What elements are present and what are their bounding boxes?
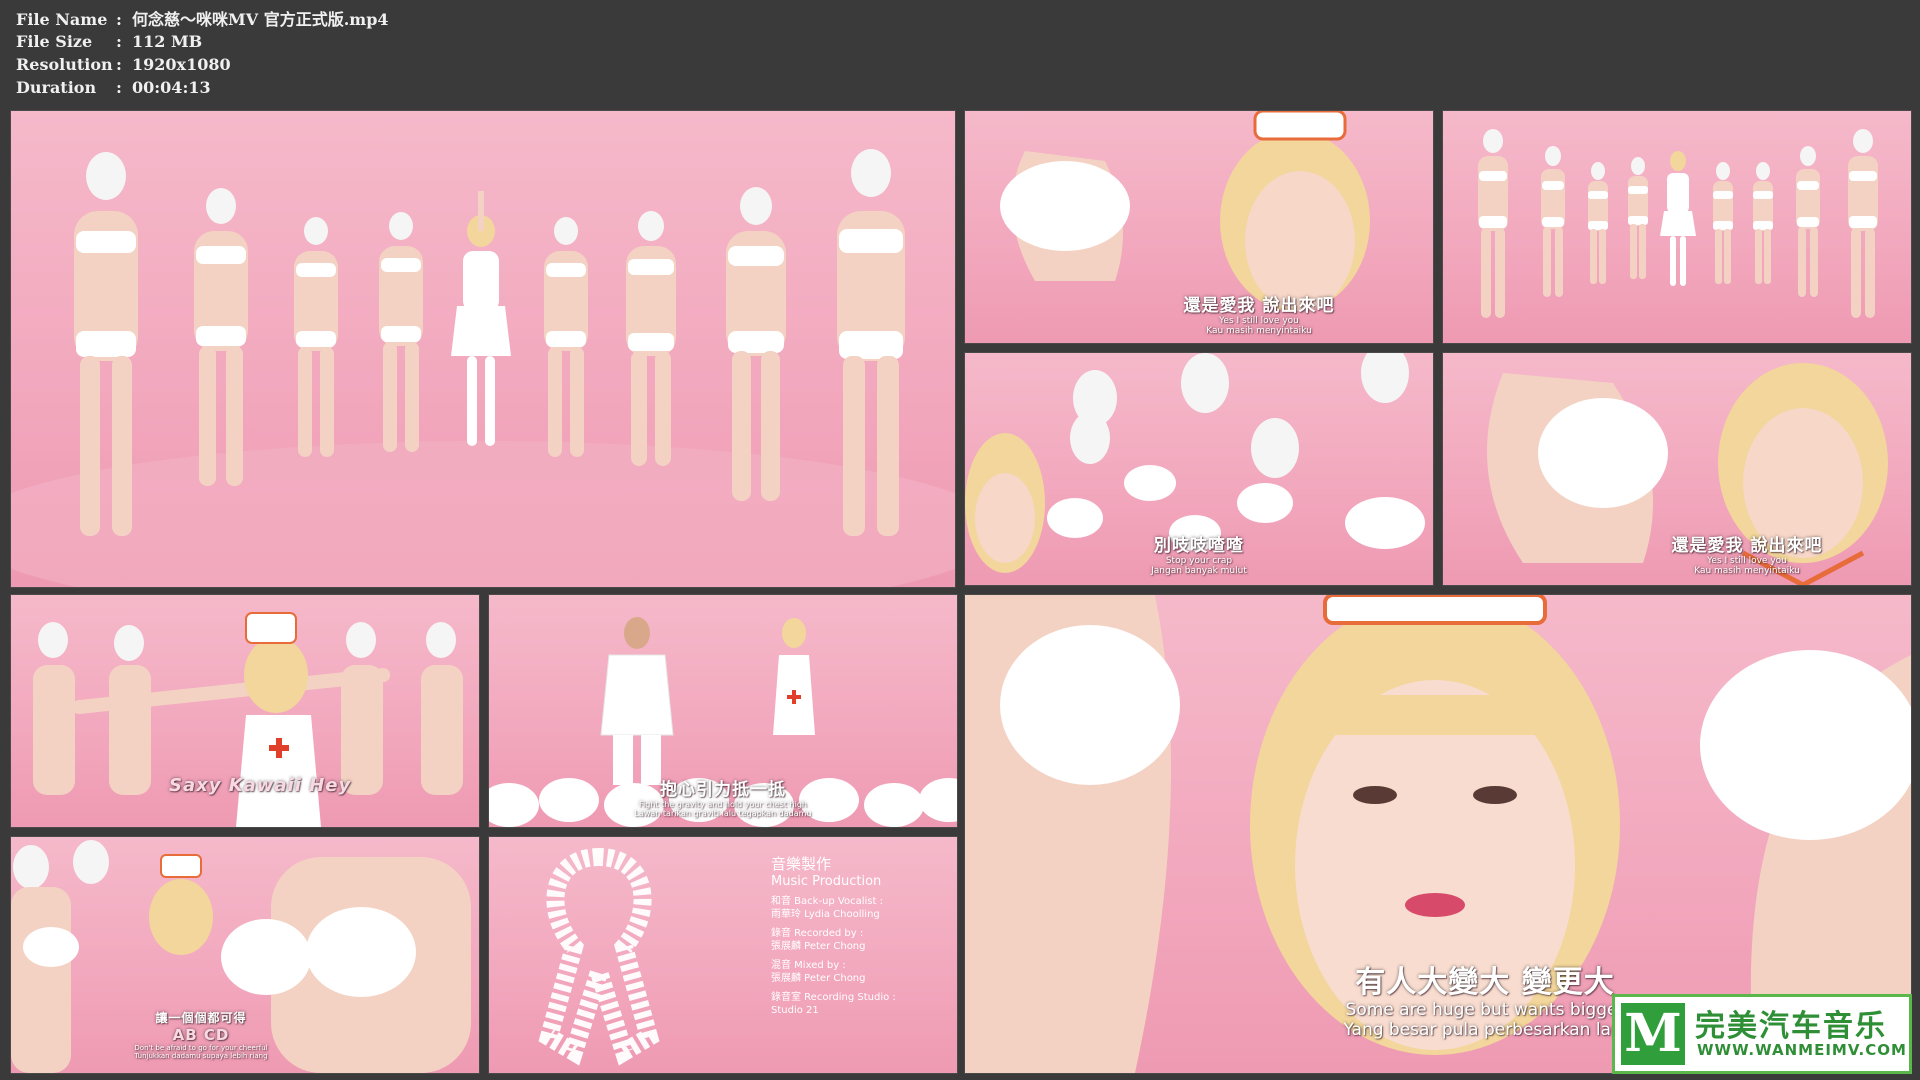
thumbnail-4[interactable]: 別吱吱喳喳 Stop your crap Jangan banyak mulut [964, 352, 1434, 586]
figure [194, 188, 248, 486]
subtitle-ms: Jangan banyak mulut [1151, 566, 1247, 577]
subtitle: 還是愛我 說出來吧 Yes I still love you Kau masih… [1583, 531, 1911, 577]
thumbnail-7[interactable]: 抱心引力抵一抵 Fight the gravity and hold your … [488, 594, 958, 828]
subtitle-ms: Tunjukkan dadamu supaya lebih riang [134, 1052, 268, 1061]
credit-line: 混音 Mixed by : [771, 960, 846, 971]
subtitle: 別吱吱喳喳 Stop your crap Jangan banyak mulut [965, 531, 1433, 577]
subtitle-ms: Kau masih menyintaiku [1694, 566, 1800, 577]
thumbnail-3[interactable] [1442, 110, 1912, 344]
subtitle-en: Yes I still love you [1219, 316, 1299, 326]
credit-line: 和音 Back-up Vocalist : [771, 896, 883, 907]
separator: : [116, 10, 122, 29]
subtitle-ms: Kau masih menyintaiku [1206, 326, 1312, 337]
credits-title-zh: 音樂製作 [771, 855, 832, 873]
file-size-value: 112 MB [132, 32, 203, 51]
thumbnail-9[interactable]: 音樂製作 Music Production 和音 Back-up Vocalis… [488, 836, 958, 1074]
subtitle-zh: 讓一個個都可得 [155, 1011, 247, 1025]
figure [294, 217, 338, 457]
separator: : [116, 32, 122, 51]
thumbnail-grid: 還是愛我 說出來吧 Yes I still love you Kau masih… [0, 106, 1920, 1080]
ribbon-icon [538, 847, 660, 1066]
file-name-row: File Name: 何念慈～咪咪MV 官方正式版.mp4 [16, 9, 389, 31]
credit-line: 錄音 Recorded by : [771, 928, 864, 939]
thumbnail-8[interactable]: 讓一個個都可得 AB CD Don't be afraid to go for … [10, 836, 480, 1074]
subtitle-zh: 別吱吱喳喳 [1154, 536, 1244, 556]
subtitle-text: Saxy Kawaii Hey [169, 775, 352, 796]
figure [626, 211, 676, 466]
separator: : [116, 55, 122, 74]
logo-name: 完美汽车音乐 [1695, 1009, 1887, 1044]
duration-row: Duration:00:04:13 [16, 77, 211, 99]
subtitle-zh: 還是愛我 說出來吧 [1183, 296, 1335, 316]
thumbnail-1[interactable] [10, 110, 956, 588]
logo-url: WWW.WANMEIMV.COM [1697, 1041, 1907, 1059]
credits-block: 音樂製作 Music Production 和音 Back-up Vocalis… [771, 853, 896, 1017]
subtitle: Saxy Kawaii Hey [169, 775, 479, 796]
lineup-figures [11, 149, 955, 587]
credit-line: 錄音室 Recording Studio : [771, 992, 896, 1003]
logo-mark: M [1621, 1003, 1685, 1065]
duration-key: Duration [16, 78, 97, 97]
lineup-small [1478, 129, 1878, 318]
thumbnail-2[interactable]: 還是愛我 說出來吧 Yes I still love you Kau masih… [964, 110, 1434, 344]
subtitle-en: Fight the gravity and hold your chest hi… [639, 800, 807, 809]
credit-line: Studio 21 [771, 1005, 819, 1016]
subtitle: 抱心引力抵一抵 Fight the gravity and hold your … [489, 775, 957, 818]
file-size-key: File Size [16, 32, 93, 51]
nurse-figure [451, 191, 511, 446]
credit-line: 張展麟 Peter Chong [771, 941, 866, 952]
subtitle-en: Stop your crap [1165, 556, 1233, 566]
file-name-value: 何念慈～咪咪MV 官方正式版.mp4 [132, 10, 389, 29]
duration-value: 00:04:13 [132, 78, 211, 97]
watermark-logo: M 完美汽车音乐 WWW.WANMEIMV.COM [1612, 994, 1912, 1074]
credit-line: 張展麟 Peter Chong [771, 973, 866, 984]
subtitle-en: Don't be afraid to go for your cheerful [134, 1044, 268, 1052]
subtitle-en: Yes I still love you [1707, 556, 1787, 566]
thumbnail-5[interactable]: 還是愛我 說出來吧 Yes I still love you Kau masih… [1442, 352, 1912, 586]
resolution-value: 1920x1080 [132, 55, 231, 74]
subtitle-zh: 還是愛我 說出來吧 [1671, 536, 1823, 556]
subtitle: 讓一個個都可得 AB CD Don't be afraid to go for … [51, 1009, 351, 1060]
figure [544, 217, 588, 457]
credits-title-en: Music Production [771, 874, 882, 889]
subtitle-ms: Lawan tarikan graviti lalu tegapkan dada… [634, 809, 812, 819]
figure [379, 212, 423, 452]
thumbnail-6[interactable]: Saxy Kawaii Hey [10, 594, 480, 828]
resolution-row: Resolution:1920x1080 [16, 54, 231, 76]
file-name-key: File Name [16, 10, 108, 29]
subtitle-zh: 抱心引力抵一抵 [660, 780, 786, 800]
figure [726, 187, 786, 501]
subtitle-accent: AB CD [172, 1026, 230, 1044]
file-info-header: File Name: 何念慈～咪咪MV 官方正式版.mp4 File Size:1… [0, 0, 1920, 106]
resolution-key: Resolution [16, 55, 113, 74]
credit-line: 雨華玲 Lydia Choolling [771, 909, 880, 920]
file-size-row: File Size:112 MB [16, 31, 202, 53]
subtitle: 還是愛我 說出來吧 Yes I still love you Kau masih… [1085, 291, 1433, 337]
separator: : [116, 78, 122, 97]
